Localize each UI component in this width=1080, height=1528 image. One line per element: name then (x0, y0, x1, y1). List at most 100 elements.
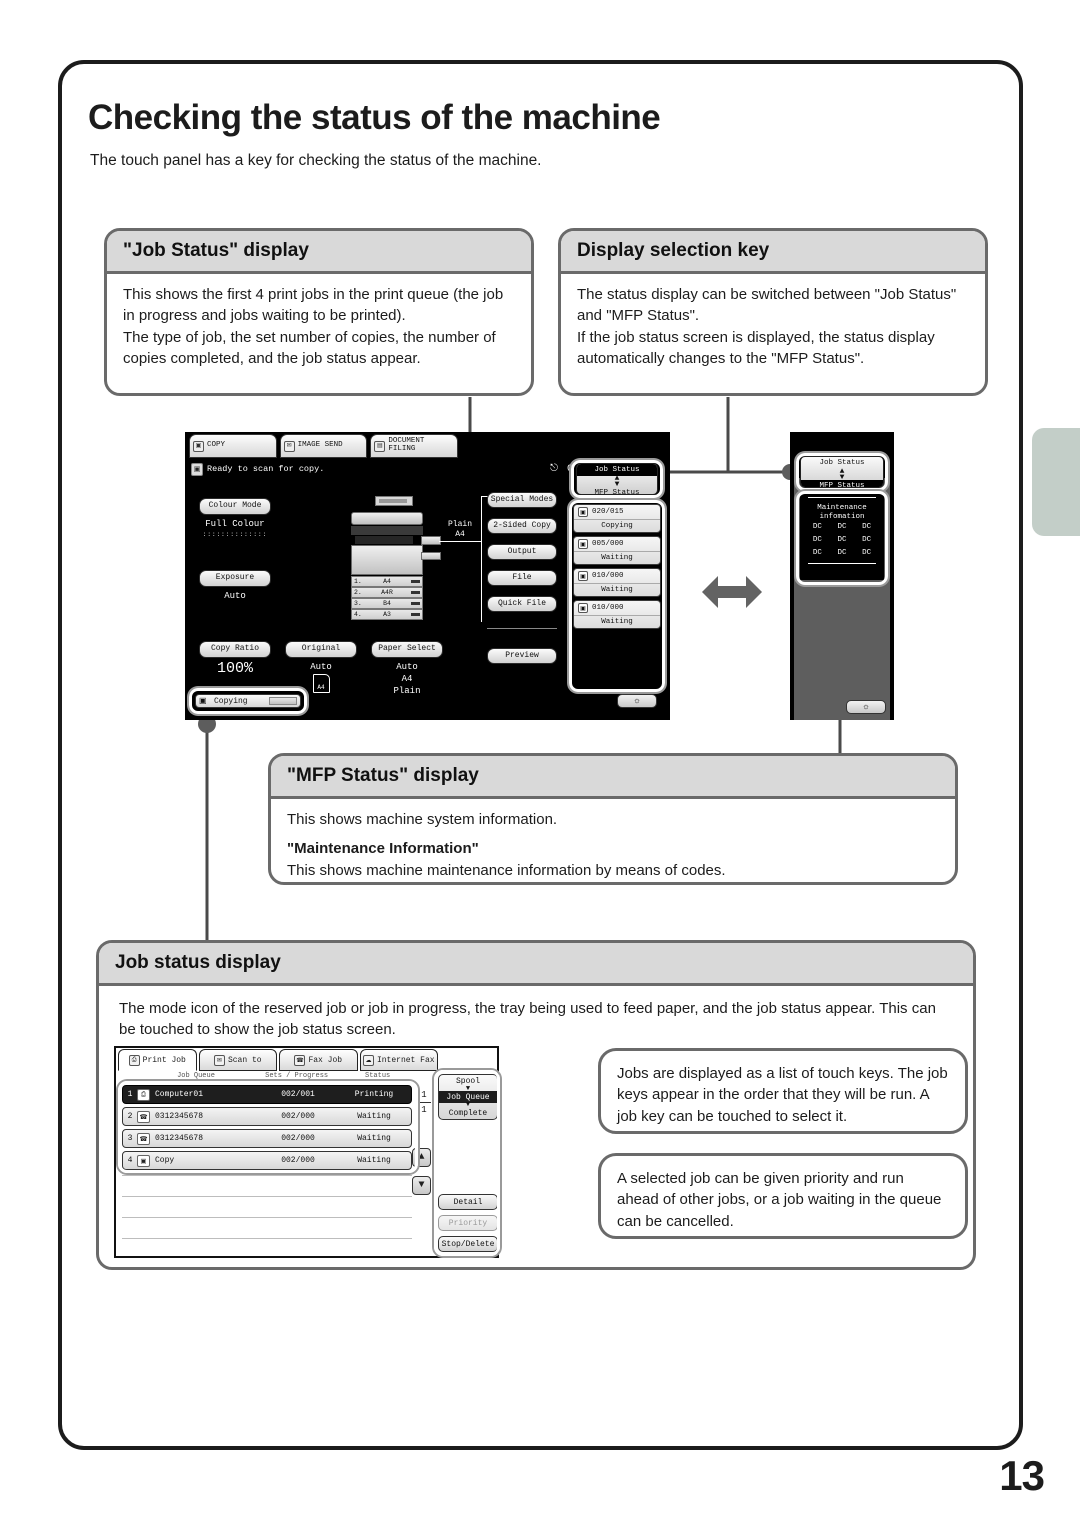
job-status-bar[interactable]: ▣ Copying (195, 694, 301, 708)
fax-icon: ☎ (294, 1054, 306, 1066)
brightness-button-mfp[interactable]: ☼ (846, 700, 886, 714)
file-button[interactable]: File (487, 570, 557, 586)
toner-icon: ⎋ (550, 464, 558, 475)
callout-header: "MFP Status" display (271, 756, 955, 799)
paper-select-value: Auto A4 Plain (371, 658, 443, 700)
priority-button[interactable]: Priority (438, 1215, 498, 1232)
fax-job-icon: ☎ (137, 1110, 150, 1123)
tab-scan-to[interactable]: ✉ Scan to (198, 1049, 277, 1071)
value-text: Full Colour (205, 519, 265, 529)
selector-mfp-status[interactable]: MFP Status (801, 480, 883, 487)
button-label: Paper Select (378, 644, 436, 654)
page-number: 13 (999, 1452, 1045, 1499)
job-list-row[interactable]: 2 ☎ 0312345678 002/000 Waiting (122, 1107, 412, 1126)
row-index: 3 (127, 1134, 133, 1143)
value-text: Auto (224, 591, 246, 601)
fax-job-icon: ☎ (137, 1132, 150, 1145)
brightness-button[interactable]: ☼ (617, 694, 657, 708)
stop-delete-button[interactable]: Stop/Delete (438, 1236, 498, 1253)
tab-label: Internet Fax (376, 1055, 435, 1065)
copy-icon: ▣ (193, 440, 204, 452)
mfp-sub-body: This shows machine maintenance informati… (287, 861, 726, 879)
tray-size: A4 (383, 578, 391, 585)
job-state: Waiting (601, 554, 633, 562)
callout-priority: A selected job can be given priority and… (598, 1153, 968, 1239)
column-header-status: Status (365, 1072, 391, 1080)
maintenance-code: DC (862, 549, 872, 558)
display-selection-key[interactable]: Job Status ▲ ▼ MFP Status (576, 463, 658, 495)
job-sets: 002/001 (281, 1090, 315, 1099)
status-message-line: ▣ Ready to scan for copy. (189, 460, 457, 478)
job-screen-tab-bar: ⎙ Print Job ✉ Scan to ☎ Fax Job ☁ Intern… (118, 1049, 438, 1071)
maintenance-title-1: Maintenance (817, 504, 867, 512)
column-header-job-queue: Job Queue (177, 1072, 215, 1080)
tray-size: A4R (381, 589, 393, 596)
job-state: Waiting (601, 618, 633, 626)
two-sided-copy-button[interactable]: 2-Sided Copy (487, 518, 557, 534)
job-status-screen: ⎙ Print Job ✉ Scan to ☎ Fax Job ☁ Intern… (114, 1046, 500, 1259)
tab-internet-fax[interactable]: ☁ Internet Fax (359, 1049, 438, 1071)
empty-job-slots (122, 1175, 412, 1259)
maintenance-code: DC (862, 523, 872, 532)
button-label: Copy Ratio (210, 644, 259, 654)
job-list: 1 ⎙ Computer01 002/001 Printing 2 ☎ 0312… (122, 1085, 412, 1173)
edge-thumb-tab (1032, 428, 1080, 536)
button-label: Detail (453, 1197, 483, 1207)
output-button[interactable]: Output (487, 544, 557, 560)
a4-original-icon: A4 (312, 674, 330, 693)
copy-ratio-button[interactable]: Copy Ratio (199, 641, 271, 658)
button-label: Priority (448, 1218, 488, 1228)
quick-file-button[interactable]: Quick File (487, 596, 557, 612)
detail-button[interactable]: Detail (438, 1194, 498, 1211)
tray-number: 1. (354, 578, 362, 585)
view-complete[interactable]: Complete (439, 1107, 497, 1119)
exposure-button[interactable]: Exposure (199, 570, 271, 587)
scroll-down-button[interactable]: ▼ (412, 1176, 431, 1195)
tab-print-job[interactable]: ⎙ Print Job (118, 1049, 197, 1071)
job-sets: 002/000 (281, 1112, 315, 1121)
tab-copy[interactable]: ▣ COPY (189, 434, 277, 458)
job-count: 010/000 (592, 604, 624, 612)
tab-image-send[interactable]: ✉ IMAGE SEND (279, 434, 368, 458)
maintenance-code-grid: DC DC DC DC DC DC DC DC DC (800, 521, 884, 560)
scroll-up-button[interactable]: ▲ (412, 1148, 431, 1167)
job-name: 0312345678 (155, 1134, 204, 1143)
colour-mode-button[interactable]: Colour Mode (199, 498, 271, 515)
job-list-column-headers: Job Queue Sets / Progress Status (142, 1072, 412, 1084)
computer-job-icon: ⎙ (137, 1088, 150, 1101)
value-text: Auto (310, 662, 332, 672)
job-status: Waiting (357, 1156, 391, 1165)
job-status-cell[interactable]: ▣ 005/000 Waiting (573, 536, 661, 565)
special-modes-button[interactable]: Special Modes (487, 492, 557, 508)
job-status-cell[interactable]: ▣ 020/015 Copying (573, 504, 661, 533)
tab-label: IMAGE SEND (297, 441, 343, 450)
callout-body: This shows the first 4 print jobs in the… (123, 286, 504, 367)
job-list-row[interactable]: 4 ▣ Copy 002/000 Waiting (122, 1151, 412, 1170)
tray-number: 4. (354, 611, 362, 618)
display-selection-key-mfp[interactable]: Job Status ▲ ▼ MFP Status (800, 456, 884, 488)
job-list-row[interactable]: 3 ☎ 0312345678 002/000 Waiting (122, 1129, 412, 1148)
tab-document-filing[interactable]: ▤ DOCUMENT FILING (370, 434, 459, 458)
job-state: Copying (601, 522, 633, 530)
job-status-display[interactable]: ▣ 020/015 Copying ▣ 005/000 Waiting ▣ 01… (573, 504, 661, 632)
left-right-arrow-icon (702, 576, 762, 608)
colour-gauge: :::::::::::::: (202, 531, 268, 538)
copy-touch-panel: ▣ COPY ✉ IMAGE SEND ▤ DOCUMENT FILING ▣ … (185, 432, 670, 720)
job-count: 010/000 (592, 572, 624, 580)
view-selector[interactable]: Spool ▼ Job Queue ▼ Complete (438, 1074, 498, 1121)
paper-select-button[interactable]: Paper Select (371, 641, 443, 658)
original-button[interactable]: Original (285, 641, 357, 658)
copy-job-icon: ▣ (137, 1154, 150, 1167)
progress-bar (269, 697, 297, 705)
job-status-cell[interactable]: ▣ 010/000 Waiting (573, 568, 661, 597)
job-list-row[interactable]: 1 ⎙ Computer01 002/001 Printing (122, 1085, 412, 1104)
preview-button[interactable]: Preview (487, 648, 557, 664)
job-status-cell[interactable]: ▣ 010/000 Waiting (573, 600, 661, 629)
selector-mfp-status[interactable]: MFP Status (577, 487, 657, 494)
tab-fax-job[interactable]: ☎ Fax Job (279, 1049, 358, 1071)
toner-status-area: ⎋ 0 (463, 460, 581, 478)
button-label: Original (301, 644, 341, 654)
tray-number: 2. (354, 589, 362, 596)
maintenance-code: DC (862, 536, 872, 545)
button-label: Stop/Delete (441, 1239, 495, 1249)
